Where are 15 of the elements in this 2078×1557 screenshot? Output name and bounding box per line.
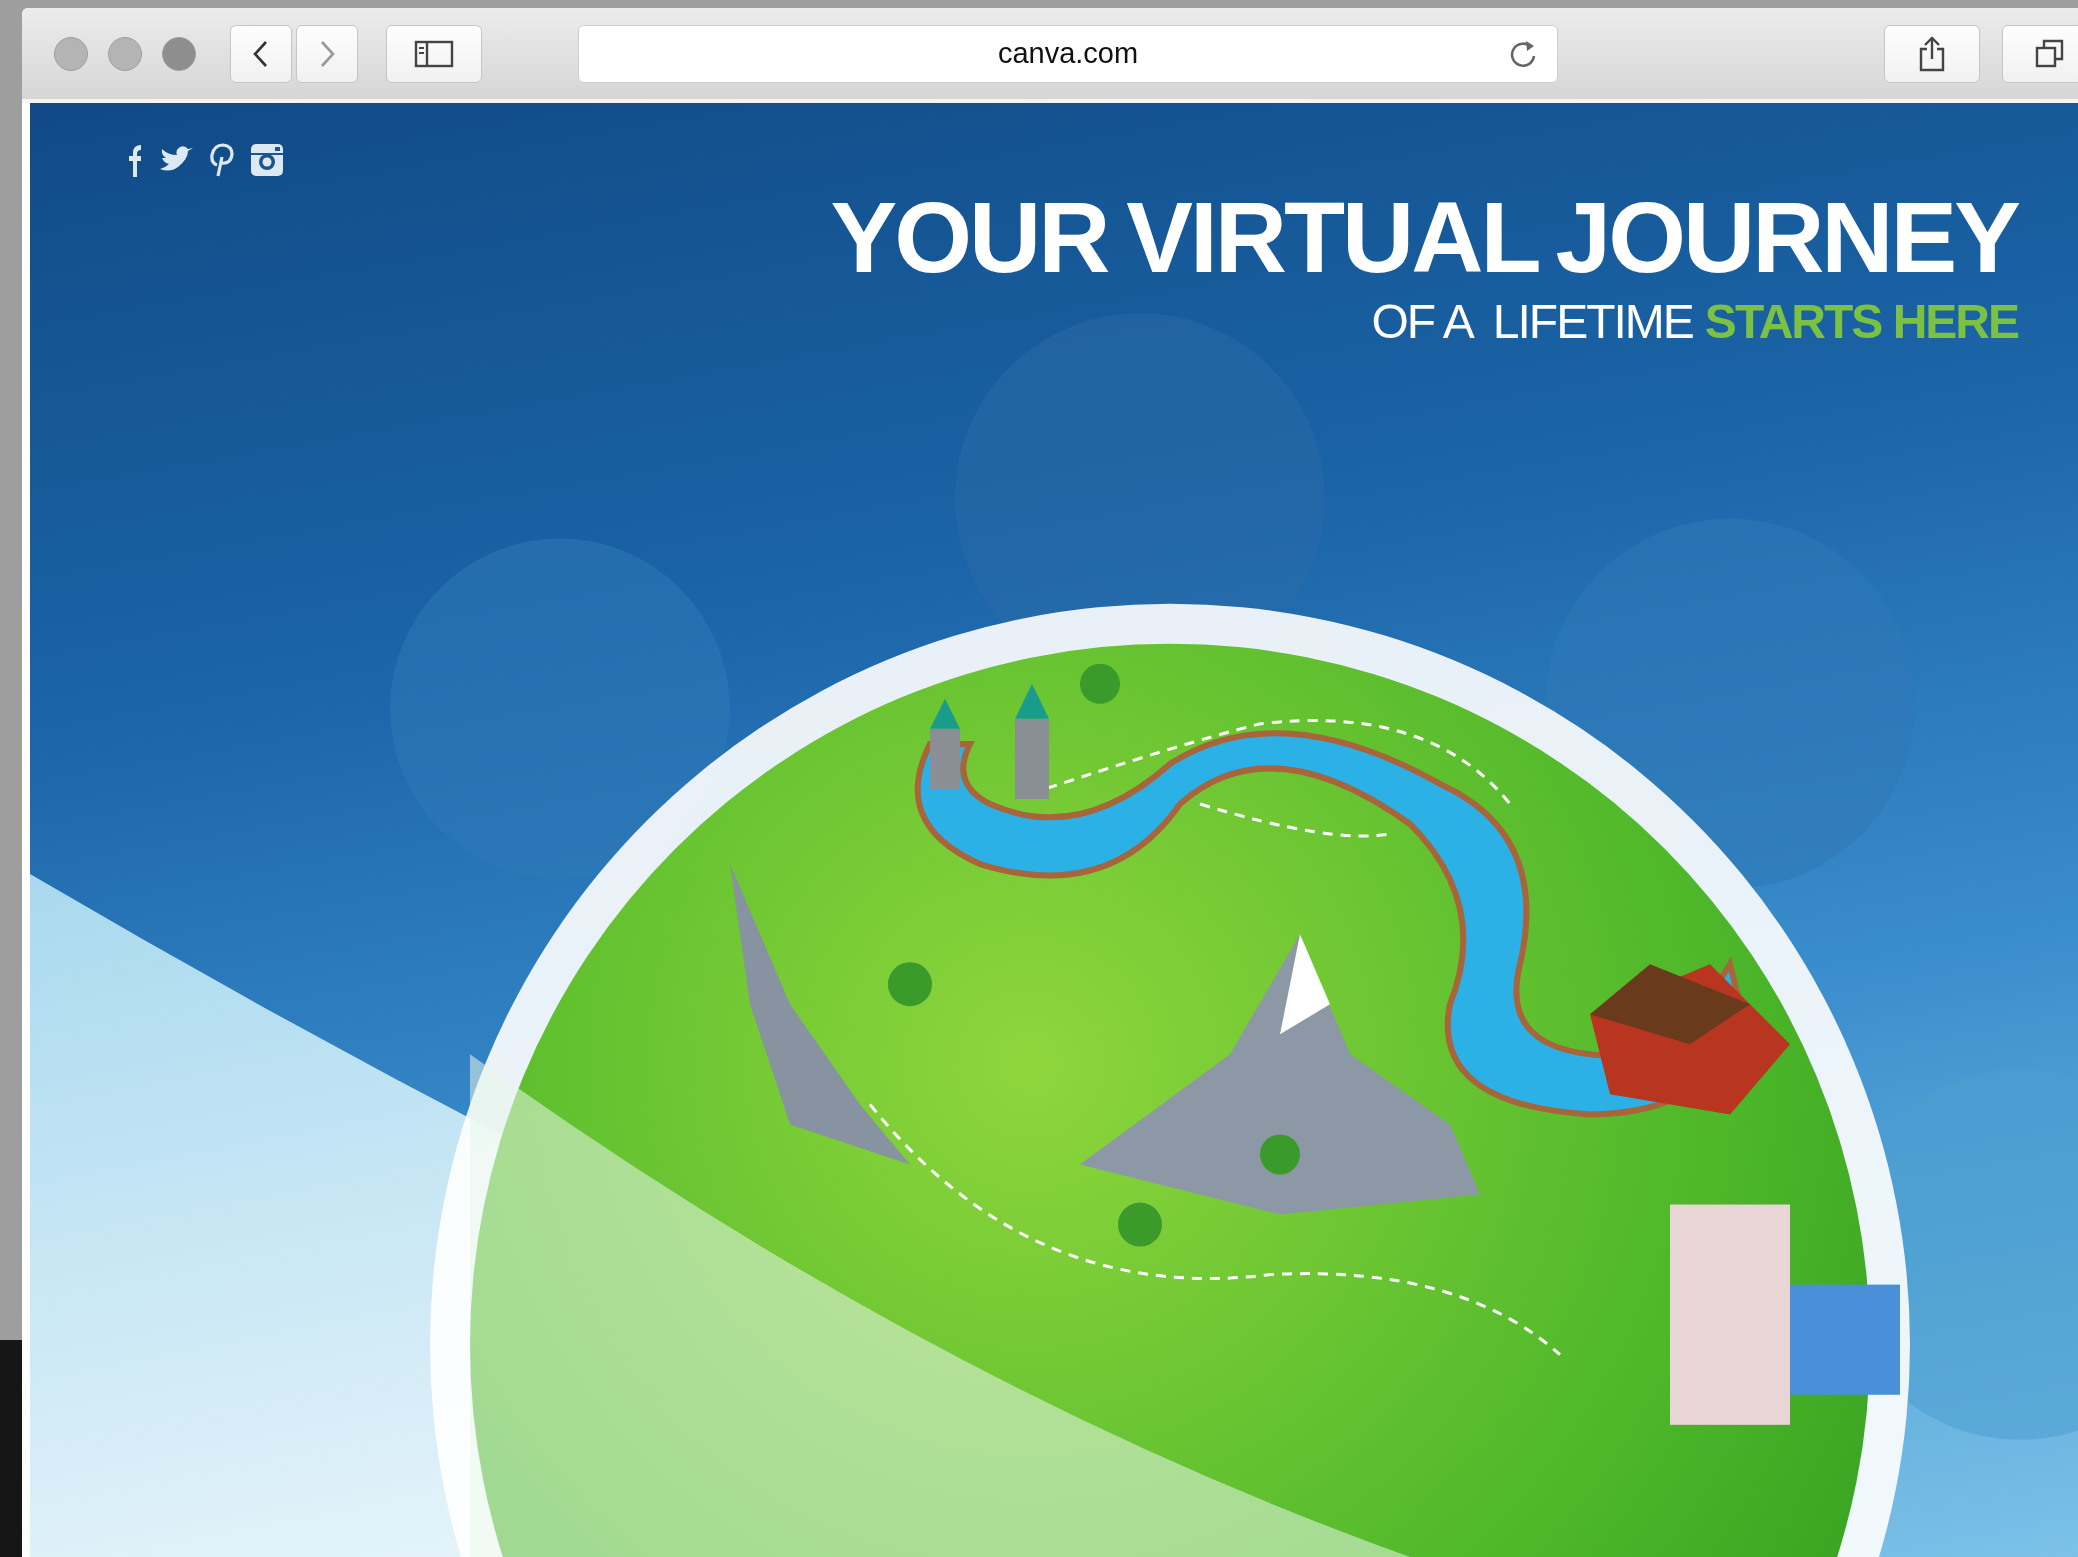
address-bar[interactable]: canva.com (578, 24, 1558, 83)
facebook-icon[interactable] (128, 143, 142, 177)
share-icon (1917, 34, 1947, 73)
share-button[interactable] (1884, 24, 1980, 83)
tagline: OF A LIFETIME (1371, 294, 1693, 349)
sidebar-icon (414, 38, 454, 69)
sidebar-button[interactable] (386, 24, 482, 83)
headline: YOUR VIRTUAL JOURNEY (830, 185, 2018, 290)
tabs-button[interactable] (2002, 24, 2078, 83)
back-button[interactable] (230, 24, 292, 83)
zoom-button[interactable] (162, 36, 196, 71)
pinterest-icon[interactable] (210, 143, 234, 177)
tagline-highlight: STARTS HERE (1704, 294, 2018, 349)
tabs-icon (2034, 37, 2066, 70)
camera-icon[interactable] (250, 143, 284, 177)
